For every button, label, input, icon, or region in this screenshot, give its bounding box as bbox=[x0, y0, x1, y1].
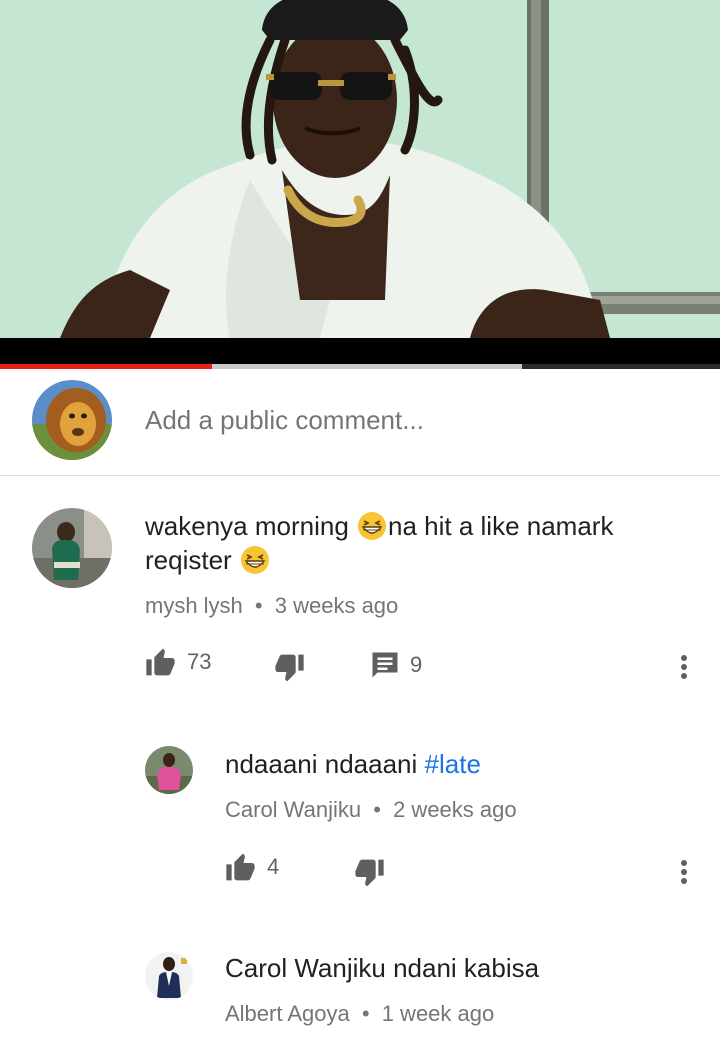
dislike-button[interactable] bbox=[353, 858, 385, 888]
like-button[interactable]: 4 bbox=[225, 852, 279, 882]
add-comment-input[interactable]: Add a public comment... bbox=[145, 405, 424, 436]
grinning-squinting-face-icon bbox=[240, 546, 269, 574]
reply-count: 9 bbox=[410, 652, 423, 677]
like-button[interactable]: 73 bbox=[145, 647, 211, 677]
comment-thread: wakenya morning na hit a like namark req… bbox=[0, 477, 720, 707]
more-vert-icon bbox=[681, 655, 687, 661]
replier-avatar[interactable] bbox=[145, 952, 193, 1000]
comment-icon bbox=[372, 652, 398, 678]
reply-button[interactable]: 9 bbox=[370, 650, 422, 680]
more-options-button[interactable] bbox=[672, 649, 696, 685]
reply-item: ndaaani ndaaani #late Carol Wanjiku • 2 … bbox=[0, 722, 720, 922]
reply-author[interactable]: Carol Wanjiku bbox=[225, 797, 361, 822]
add-comment-box: Add a public comment... bbox=[0, 369, 720, 476]
reply-time[interactable]: 2 weeks ago bbox=[393, 797, 517, 822]
reply-meta: Albert Agoya • 1 week ago bbox=[225, 1001, 494, 1027]
video-letterbox bbox=[0, 338, 720, 366]
replier-avatar[interactable] bbox=[145, 746, 193, 794]
meta-separator: • bbox=[373, 797, 381, 822]
thumb-up-icon bbox=[226, 853, 255, 881]
meta-separator: • bbox=[254, 593, 263, 618]
video-player[interactable] bbox=[0, 0, 720, 338]
grinning-squinting-face-icon bbox=[358, 512, 386, 540]
like-count: 4 bbox=[267, 854, 280, 879]
reply-item: Carol Wanjiku ndani kabisa Albert Agoya … bbox=[0, 930, 720, 1039]
like-count: 73 bbox=[187, 649, 212, 674]
comment-time[interactable]: 3 weeks ago bbox=[275, 593, 399, 618]
commenter-avatar[interactable] bbox=[32, 508, 112, 588]
dislike-button[interactable] bbox=[273, 653, 305, 683]
meta-separator: • bbox=[361, 1001, 370, 1026]
reply-meta: Carol Wanjiku • 2 weeks ago bbox=[225, 797, 517, 823]
thumb-down-icon bbox=[275, 654, 304, 682]
comment-text: wakenya morning na hit a like namark req… bbox=[145, 511, 614, 575]
reply-author[interactable]: Albert Agoya bbox=[225, 1001, 350, 1026]
thumb-down-icon bbox=[355, 859, 384, 887]
reply-text: Carol Wanjiku ndani kabisa bbox=[225, 953, 540, 983]
more-options-button[interactable] bbox=[672, 854, 696, 890]
thumb-up-icon bbox=[146, 648, 175, 676]
hashtag-link[interactable]: #late bbox=[425, 749, 481, 779]
reply-time[interactable]: 1 week ago bbox=[382, 1001, 495, 1026]
video-frame-image bbox=[0, 0, 720, 338]
reply-text: ndaaani ndaaani #late bbox=[225, 749, 481, 779]
more-vert-icon bbox=[681, 860, 687, 866]
comment-meta: mysh lysh • 3 weeks ago bbox=[145, 593, 398, 619]
current-user-avatar bbox=[32, 380, 112, 460]
comment-author[interactable]: mysh lysh bbox=[145, 593, 243, 618]
